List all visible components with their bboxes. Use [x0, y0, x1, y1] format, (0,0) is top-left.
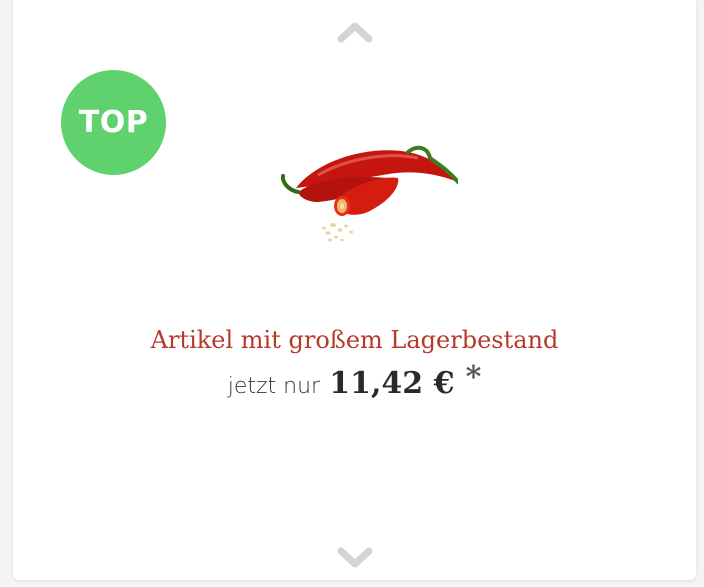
chili-seeds — [322, 223, 353, 242]
chevron-up-icon[interactable] — [335, 18, 375, 44]
chevron-down-icon[interactable] — [335, 545, 375, 571]
price-line: jetzt nur 11,42 € * — [13, 360, 696, 401]
top-badge-label: TOP — [78, 105, 149, 140]
price-value: 11,42 € — [329, 366, 455, 401]
top-badge: TOP — [61, 70, 166, 175]
price-footnote-marker: * — [465, 360, 482, 395]
product-slider-card: TOP Artikel mit großem Lagerbestand jetz… — [13, 0, 696, 580]
product-title[interactable]: Artikel mit großem Lagerbestand — [13, 326, 696, 354]
price-prefix: jetzt nur — [227, 374, 321, 399]
product-image[interactable] — [258, 130, 458, 260]
